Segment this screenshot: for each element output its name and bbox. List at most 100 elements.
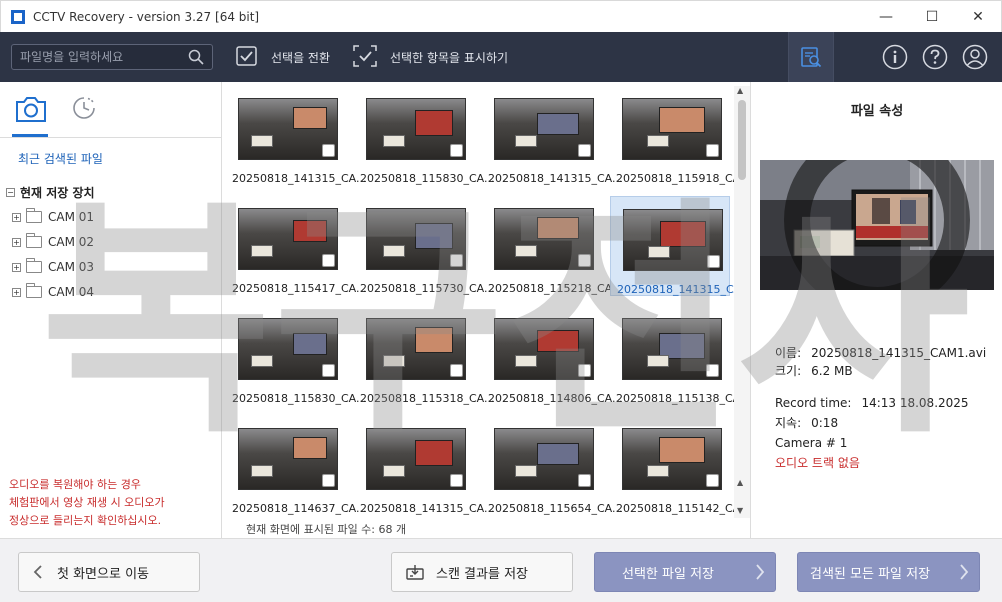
maximize-button[interactable]: ☐ [909, 1, 955, 33]
tree-item-label: CAM 02 [48, 235, 95, 249]
select-checkbox[interactable] [706, 474, 719, 487]
close-button[interactable]: ✕ [955, 1, 1001, 33]
search-icon[interactable] [188, 49, 204, 68]
preview-search-button[interactable] [788, 32, 834, 82]
file-properties: 이름: 20250818_141315_CAM1.avi 크기: 6.2 MB … [775, 344, 986, 472]
select-checkbox[interactable] [578, 254, 591, 267]
thumbnail-image [366, 318, 466, 380]
scroll-up-icon[interactable]: ▲ [737, 478, 743, 487]
save-scan-button[interactable]: 스캔 결과를 저장 [391, 552, 573, 592]
select-checkbox[interactable] [322, 144, 335, 157]
file-thumbnail[interactable]: 20250818_114806_CA... [482, 306, 622, 406]
prop-record-label: Record time: [775, 396, 852, 410]
tree-item-cam-04[interactable]: + CAM 04 [12, 283, 95, 299]
file-name-label: 20250818_115318_CA... [360, 392, 495, 405]
bottom-bar: 첫 화면으로 이동 스캔 결과를 저장 선택한 파일 저장 검색된 모든 파일 … [0, 538, 1002, 602]
tree-item-cam-02[interactable]: + CAM 02 [12, 233, 95, 249]
preview-search-icon [801, 47, 822, 68]
expand-icon[interactable]: + [12, 237, 21, 247]
file-thumbnail[interactable]: 20250818_115138_CA... [610, 306, 734, 406]
select-checkbox[interactable] [450, 364, 463, 377]
thumbnail-image [494, 208, 594, 270]
tree-item-label: CAM 04 [48, 285, 95, 299]
file-thumbnail[interactable]: 20250818_115730_CA... [354, 196, 494, 296]
home-button[interactable]: 첫 화면으로 이동 [18, 552, 200, 592]
minimize-button[interactable]: — [863, 1, 909, 33]
video-preview[interactable] [760, 160, 994, 290]
scroll-thumb[interactable] [738, 100, 746, 180]
help-icon[interactable] [922, 44, 948, 70]
save-all-button[interactable]: 검색된 모든 파일 저장 [797, 552, 980, 592]
prop-duration-label: 지속: [775, 416, 802, 430]
select-checkbox[interactable] [450, 144, 463, 157]
expand-icon[interactable]: + [12, 212, 21, 222]
audio-note-line: 오디오를 복원해야 하는 경우 [9, 478, 141, 491]
select-checkbox[interactable] [706, 364, 719, 377]
audio-note-line: 체험판에서 영상 재생 시 오디오가 [9, 496, 165, 509]
select-checkbox[interactable] [322, 474, 335, 487]
thumbnail-image [494, 98, 594, 160]
select-checkbox[interactable] [450, 254, 463, 267]
chevron-right-icon [756, 564, 765, 580]
file-count-label: 현재 화면에 표시된 파일 수: [246, 523, 376, 536]
source-tabs [0, 82, 221, 138]
folder-icon [26, 208, 42, 223]
file-thumbnail[interactable]: 20250818_115654_CA... [482, 416, 622, 516]
grid-scrollbar[interactable]: ▲ ▲ ▼ [734, 86, 750, 518]
file-thumbnail[interactable]: 20250818_115142_CA... [610, 416, 734, 516]
window-controls: — ☐ ✕ [863, 1, 1001, 33]
recent-files-link[interactable]: 최근 검색된 파일 [18, 150, 103, 167]
file-thumbnail[interactable]: 20250818_141315_CA... [226, 86, 366, 186]
properties-panel: 파일 속성 이름: 20250818_141315_CAM1.avi 크기: 6… [750, 82, 1002, 538]
select-checkbox[interactable] [322, 364, 335, 377]
properties-title: 파일 속성 [850, 104, 904, 119]
tree-item-cam-01[interactable]: + CAM 01 [12, 208, 94, 224]
select-checkbox[interactable] [707, 255, 720, 268]
expand-icon[interactable]: + [12, 262, 21, 272]
prop-record-value: 14:13 18.08.2025 [861, 396, 969, 410]
file-thumbnail[interactable]: 20250818_115417_CA... [226, 196, 366, 296]
select-checkbox[interactable] [322, 254, 335, 267]
toolbar-right [788, 32, 1002, 82]
file-thumbnail[interactable]: 20250818_114637_CA... [226, 416, 366, 516]
select-checkbox[interactable] [578, 474, 591, 487]
toggle-selection-button[interactable]: 선택을 전환 [235, 44, 330, 71]
tree-item-cam-03[interactable]: + CAM 03 [12, 258, 95, 274]
select-checkbox[interactable] [706, 144, 719, 157]
file-count-status: 현재 화면에 표시된 파일 수: 68 개 [246, 521, 406, 537]
file-name-label: 20250818_115830_CA... [232, 392, 367, 405]
tree-root-current-device[interactable]: − 현재 저장 장치 [6, 184, 95, 201]
history-clock-icon[interactable] [70, 94, 98, 122]
file-thumbnail[interactable]: 20250818_115318_CA... [354, 306, 494, 406]
tree-item-label: CAM 03 [48, 260, 95, 274]
file-thumbnail[interactable]: 20250818_115218_CA... [482, 196, 622, 296]
select-checkbox[interactable] [578, 144, 591, 157]
save-all-label: 검색된 모든 파일 저장 [810, 566, 931, 582]
search-box [11, 44, 213, 70]
file-thumbnail[interactable]: 20250818_115918_CA... [610, 86, 734, 186]
camera-icon[interactable] [14, 94, 48, 124]
file-thumbnail[interactable]: 20250818_141315_CA... [482, 86, 622, 186]
info-icon[interactable] [882, 44, 908, 70]
file-name-label: 20250818_115218_CA... [488, 282, 623, 295]
prop-duration-row: 지속: 0:18 [775, 414, 986, 432]
select-checkbox[interactable] [578, 364, 591, 377]
file-thumbnail[interactable]: 20250818_141315_CA... [610, 196, 734, 296]
scroll-up-icon[interactable]: ▲ [737, 86, 743, 95]
show-selected-button[interactable]: 선택한 항목을 표시하기 [352, 44, 508, 71]
file-thumbnail[interactable]: 20250818_141315_CA... [354, 416, 494, 516]
thumbnail-image [366, 428, 466, 490]
show-selected-label: 선택한 항목을 표시하기 [390, 50, 509, 65]
thumbnail-image [238, 208, 338, 270]
collapse-icon[interactable]: − [6, 188, 15, 197]
file-name-label: 20250818_115142_CA... [616, 502, 734, 515]
user-icon[interactable] [962, 44, 988, 70]
prop-size-row: 크기: 6.2 MB [775, 362, 986, 380]
save-selected-button[interactable]: 선택한 파일 저장 [594, 552, 776, 592]
scroll-down-icon[interactable]: ▼ [737, 506, 743, 515]
expand-icon[interactable]: + [12, 287, 21, 297]
search-input[interactable] [20, 50, 180, 64]
file-thumbnail[interactable]: 20250818_115830_CA... [226, 306, 366, 406]
file-thumbnail[interactable]: 20250818_115830_CA... [354, 86, 494, 186]
select-checkbox[interactable] [450, 474, 463, 487]
